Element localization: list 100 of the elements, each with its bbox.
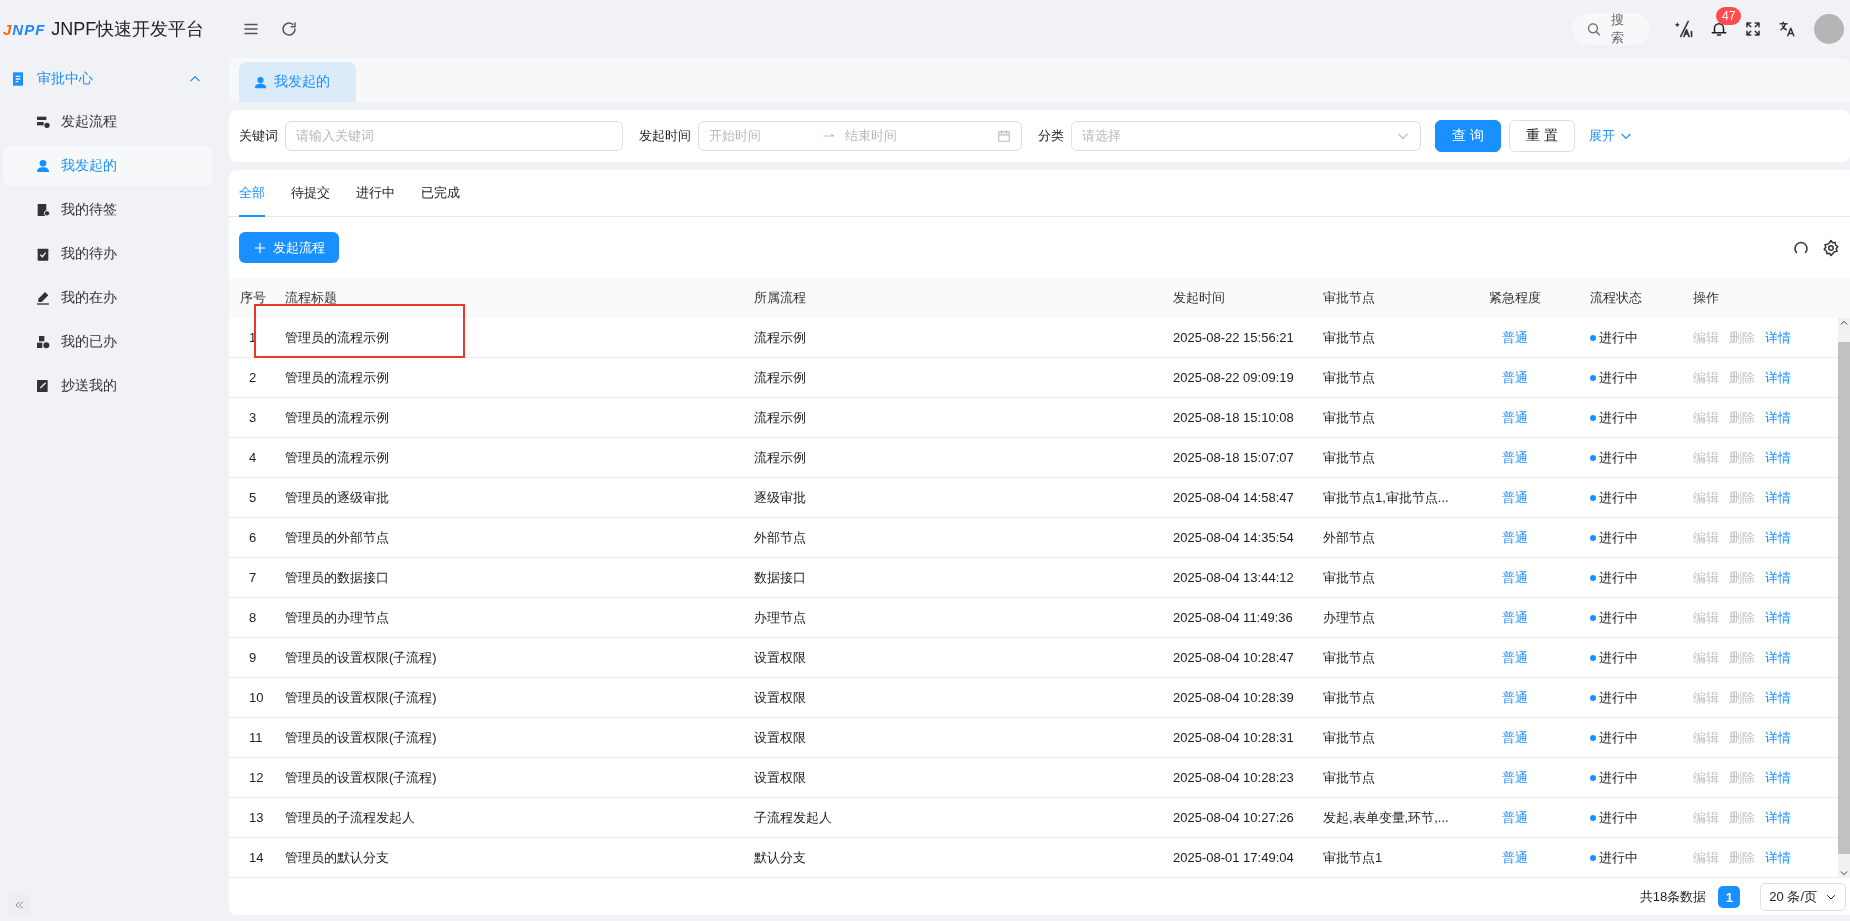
sidebar-group[interactable]: 审批中心 (3, 60, 212, 98)
search-field[interactable]: 搜索 (1572, 13, 1650, 45)
urgency-tag: 普通 (1502, 808, 1548, 827)
status-label: 进行中 (1590, 328, 1638, 347)
table-cell-text: 审批节点 (1323, 448, 1376, 467)
action-link[interactable]: 详情 (1765, 568, 1791, 587)
status-label: 进行中 (1590, 408, 1638, 427)
sidebar-item[interactable]: 抄送我的 (3, 366, 212, 406)
sidebar-item[interactable]: 我的在办 (3, 278, 212, 318)
action-link[interactable]: 详情 (1765, 768, 1791, 787)
table-cell-text: 流程示例 (754, 408, 807, 427)
sparkle-icon[interactable] (1674, 19, 1694, 39)
table-cell-text: 默认分支 (754, 848, 807, 867)
urgency-tag: 普通 (1502, 648, 1548, 667)
scrollbar[interactable] (1838, 318, 1850, 878)
settings-icon[interactable] (1822, 238, 1840, 257)
table-cell-text: 管理员的设置权限(子流程) (285, 648, 438, 667)
row-number: 4 (248, 450, 258, 465)
field-label: 发起时间 (639, 127, 691, 145)
action-link[interactable]: 详情 (1765, 648, 1791, 667)
table-cell-text: 设置权限 (754, 728, 807, 747)
table-cell-text: 管理员的设置权限(子流程) (285, 688, 438, 707)
page-size-select[interactable]: 20 条/页 (1760, 883, 1846, 911)
status-tab[interactable]: 进行中 (356, 170, 395, 217)
app-title: JNPF快速开发平台 (51, 18, 205, 41)
status-tab[interactable]: 全部 (239, 170, 265, 217)
status-label: 进行中 (1590, 848, 1638, 867)
table-cell-text: 2025-08-01 17:49:04 (1173, 850, 1295, 865)
status-dot (1590, 774, 1596, 781)
status-dot (1590, 494, 1596, 501)
row-number: 5 (248, 490, 258, 505)
bell-icon[interactable] (1710, 20, 1728, 38)
keyword-field[interactable]: 请输入关键词 (285, 121, 623, 151)
column-header: 序号 (240, 289, 267, 307)
action-link[interactable]: 详情 (1765, 368, 1791, 387)
double-chevron-left-icon (13, 899, 25, 911)
status-tab[interactable]: 已完成 (421, 170, 460, 217)
expand-link[interactable]: 展开 (1588, 127, 1633, 145)
status-dot (1590, 374, 1596, 381)
reset-button[interactable]: 重 置 (1508, 120, 1575, 152)
page-button[interactable]: 1 (1718, 886, 1741, 908)
table-cell-text: 审批节点 (1323, 688, 1376, 707)
status-dot (1590, 334, 1596, 341)
plus-icon (253, 240, 267, 255)
table-cell-text: 设置权限 (754, 648, 807, 667)
status-label: 进行中 (1590, 728, 1638, 747)
status-tab[interactable]: 待提交 (291, 170, 330, 217)
table-cell-text: 2025-08-04 10:28:31 (1173, 730, 1295, 745)
sidebar-item[interactable]: 我的待签 (3, 190, 212, 230)
table-cell-text: 设置权限 (754, 688, 807, 707)
action-link[interactable]: 详情 (1765, 808, 1791, 827)
fullscreen-icon[interactable] (1744, 20, 1762, 38)
edit-document-icon (35, 378, 51, 394)
action-link[interactable]: 详情 (1765, 328, 1791, 347)
status-dot (1590, 454, 1596, 461)
action-link[interactable]: 详情 (1765, 488, 1791, 507)
table-cell-text: 审批节点 (1323, 368, 1376, 387)
sidebar-item[interactable]: 我的已办 (3, 322, 212, 362)
action-link[interactable]: 详情 (1765, 448, 1791, 467)
status-dot (1590, 814, 1596, 821)
sidebar-item[interactable]: 我的待办 (3, 234, 212, 274)
table-cell-text: 发起,表单变量,环节,... (1323, 808, 1450, 827)
status-dot (1590, 694, 1596, 701)
table-cell-text: 外部节点 (1323, 528, 1376, 547)
row-number: 3 (248, 410, 258, 425)
table-cell-text: 外部节点 (754, 528, 807, 547)
column-header: 操作 (1693, 289, 1720, 307)
table-cell-text: 审批节点 (1323, 328, 1376, 347)
person-icon (253, 74, 268, 90)
sidebar-item[interactable]: 我发起的 (3, 146, 212, 186)
new-flow-button[interactable]: 发起流程 (239, 232, 339, 263)
translate-icon[interactable] (1778, 20, 1796, 38)
action-link[interactable]: 详情 (1765, 848, 1791, 867)
refresh-icon[interactable] (280, 20, 299, 38)
table-cell-text: 管理员的设置权限(子流程) (285, 768, 438, 787)
table-cell-text: 管理员的外部节点 (285, 528, 390, 547)
page-tab[interactable]: 我发起的 (239, 62, 356, 102)
table-cell-text: 流程示例 (754, 448, 807, 467)
action-link[interactable]: 详情 (1765, 688, 1791, 707)
urgency-tag: 普通 (1502, 728, 1548, 747)
urgency-tag: 普通 (1502, 528, 1548, 547)
status-dot (1590, 734, 1596, 741)
status-dot (1590, 614, 1596, 621)
status-label: 进行中 (1590, 688, 1638, 707)
table-cell-text: 审批节点1,审批节点... (1323, 488, 1450, 507)
urgency-tag: 普通 (1502, 448, 1548, 467)
action-link[interactable]: 详情 (1765, 528, 1791, 547)
table-cell-text: 管理员的流程示例 (285, 328, 390, 347)
action-link[interactable]: 详情 (1765, 408, 1791, 427)
notification-badge: 47 (1716, 7, 1742, 25)
date-range-field[interactable]: 开始时间 结束时间 (698, 121, 1022, 151)
row-number: 14 (248, 850, 265, 865)
action-link[interactable]: 详情 (1765, 608, 1791, 627)
action-link[interactable]: 详情 (1765, 728, 1791, 747)
table-cell-text: 审批节点 (1323, 568, 1376, 587)
status-dot (1590, 414, 1596, 421)
search-button[interactable]: 查 询 (1435, 120, 1501, 152)
category-select[interactable]: 请选择 (1071, 121, 1421, 151)
sidebar-item[interactable]: 发起流程 (3, 102, 212, 142)
table-cell-text: 审批节点 (1323, 728, 1376, 747)
